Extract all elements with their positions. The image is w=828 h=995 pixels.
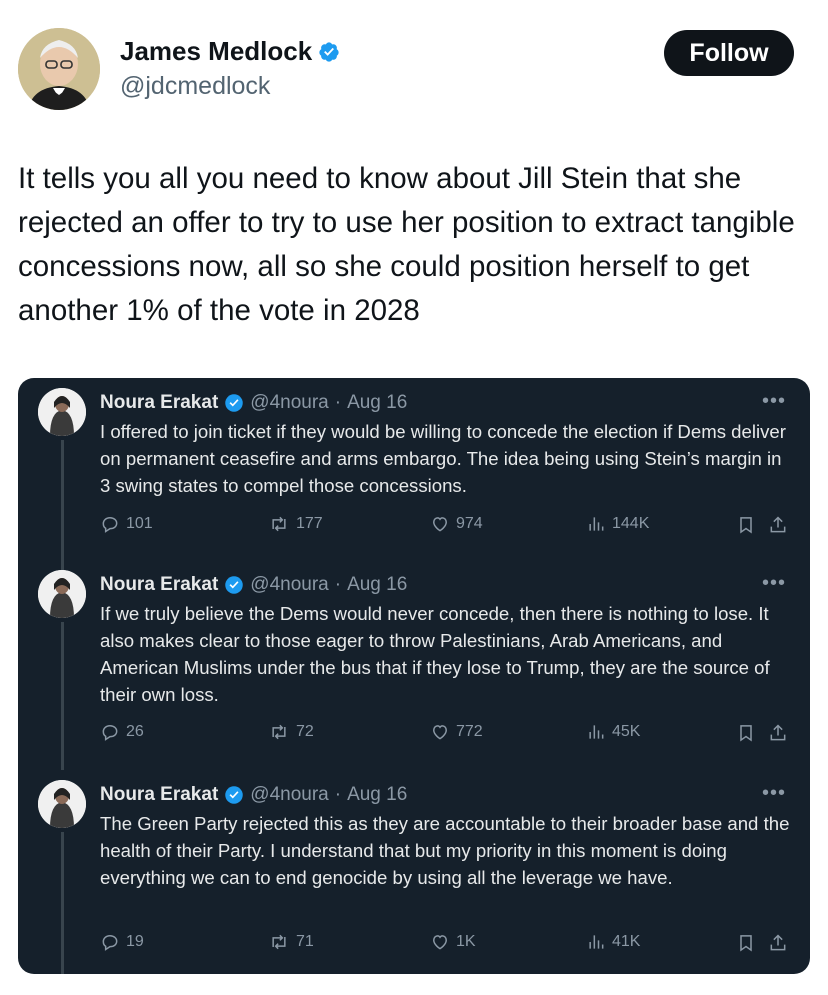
quoted-tweet-text: The Green Party rejected this as they ar… (100, 813, 790, 888)
views-icon (589, 935, 604, 949)
quoted-tweet-date[interactable]: Aug 16 (347, 784, 407, 806)
quoted-tweet-date[interactable]: Aug 16 (347, 574, 407, 596)
quoted-tweet-header: Noura Erakat @4noura · Aug 16 (100, 784, 407, 806)
views-count: 144K (612, 515, 650, 532)
quoted-tweet-header: Noura Erakat @4noura · Aug 16 (100, 392, 407, 414)
bookmark-icon (740, 935, 752, 952)
repost-icon (272, 934, 286, 950)
share-button[interactable] (768, 932, 788, 954)
reply-button[interactable]: 19 (100, 932, 144, 952)
separator-dot: · (334, 574, 342, 595)
quoted-author-name[interactable]: Noura Erakat (100, 574, 218, 596)
verified-badge-icon (225, 786, 244, 804)
reply-count: 101 (126, 515, 153, 532)
views-button[interactable]: 144K (586, 514, 649, 534)
quoted-tweet[interactable]: Noura Erakat @4noura · Aug 16 ••• I offe… (18, 382, 810, 552)
views-button[interactable]: 41K (586, 932, 640, 952)
like-icon (432, 935, 448, 950)
separator-dot: · (334, 784, 342, 805)
reply-icon (102, 934, 118, 951)
bookmark-button[interactable] (736, 514, 756, 536)
quoted-author-handle[interactable]: @4noura (250, 784, 328, 806)
quoted-author-avatar[interactable] (38, 570, 86, 618)
quoted-tweet-header: Noura Erakat @4noura · Aug 16 (100, 574, 407, 596)
quoted-author-handle[interactable]: @4noura (250, 392, 328, 414)
views-button[interactable]: 45K (586, 722, 640, 742)
like-count: 1K (456, 933, 476, 950)
verified-badge-icon (319, 41, 339, 62)
author-name-text[interactable]: James Medlock (120, 36, 312, 67)
share-icon (770, 516, 786, 533)
reply-button[interactable]: 101 (100, 514, 153, 534)
bookmark-icon (740, 725, 752, 742)
reply-count: 19 (126, 933, 144, 950)
quoted-author-avatar[interactable] (38, 388, 86, 436)
action-bar: 101 177 974 144K (100, 514, 790, 538)
verified-badge-icon (225, 576, 244, 594)
quoted-tweet-text: If we truly believe the Dems would never… (100, 603, 770, 705)
quoted-author-name[interactable]: Noura Erakat (100, 392, 218, 414)
reply-button[interactable]: 26 (100, 722, 144, 742)
reply-icon (102, 516, 118, 533)
author-handle[interactable]: @jdcmedlock (120, 72, 270, 101)
more-icon[interactable]: ••• (762, 572, 786, 595)
like-count: 974 (456, 515, 483, 532)
repost-icon (272, 724, 286, 740)
quoted-thread-card[interactable]: Noura Erakat @4noura · Aug 16 ••• I offe… (18, 378, 810, 974)
repost-button[interactable]: 177 (268, 514, 323, 534)
quoted-author-name[interactable]: Noura Erakat (100, 784, 218, 806)
bookmark-button[interactable] (736, 722, 756, 744)
quoted-tweet[interactable]: Noura Erakat @4noura · Aug 16 ••• If we … (18, 564, 810, 764)
author-avatar[interactable] (18, 28, 100, 110)
like-button[interactable]: 772 (430, 722, 483, 742)
more-icon[interactable]: ••• (762, 390, 786, 413)
repost-button[interactable]: 71 (268, 932, 314, 952)
more-icon[interactable]: ••• (762, 782, 786, 805)
share-icon (770, 724, 786, 741)
quoted-tweet-text: I offered to join ticket if they would b… (100, 421, 786, 496)
bookmark-icon (740, 517, 752, 534)
verified-badge-icon (225, 394, 244, 412)
tweet-header: James Medlock @jdcmedlock Follow (18, 28, 794, 112)
views-count: 41K (612, 933, 641, 950)
repost-count: 177 (296, 515, 323, 532)
quoted-tweet[interactable]: Noura Erakat @4noura · Aug 16 ••• The Gr… (18, 774, 810, 970)
reply-icon (102, 724, 118, 741)
repost-icon (272, 516, 286, 532)
views-count: 45K (612, 723, 641, 740)
separator-dot: · (334, 392, 342, 413)
tweet-text: It tells you all you need to know about … (18, 162, 795, 327)
like-button[interactable]: 1K (430, 932, 476, 952)
like-icon (432, 725, 448, 740)
share-icon (770, 934, 786, 951)
like-count: 772 (456, 723, 483, 740)
repost-button[interactable]: 72 (268, 722, 314, 742)
quoted-tweet-date[interactable]: Aug 16 (347, 392, 407, 414)
like-icon (432, 517, 448, 532)
action-bar: 26 72 772 45K (100, 722, 790, 746)
reply-count: 26 (126, 723, 144, 740)
repost-count: 71 (296, 933, 314, 950)
bookmark-button[interactable] (736, 932, 756, 954)
views-icon (589, 725, 604, 739)
quoted-author-avatar[interactable] (38, 780, 86, 828)
share-button[interactable] (768, 514, 788, 536)
repost-count: 72 (296, 723, 314, 740)
follow-button[interactable]: Follow (664, 30, 794, 76)
share-button[interactable] (768, 722, 788, 744)
author-name[interactable]: James Medlock (120, 36, 340, 67)
quoted-author-handle[interactable]: @4noura (250, 574, 328, 596)
action-bar: 19 71 1K 41K (100, 932, 790, 956)
like-button[interactable]: 974 (430, 514, 483, 534)
views-icon (589, 517, 604, 531)
